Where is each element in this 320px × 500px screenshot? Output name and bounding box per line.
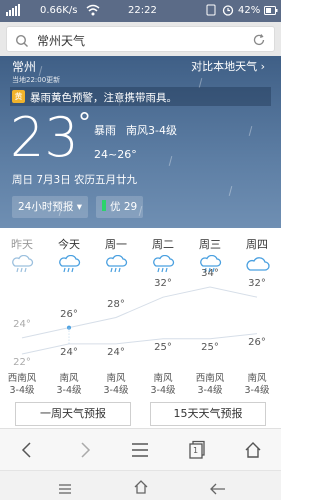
day-name: 周三 bbox=[199, 238, 221, 251]
rain-icon bbox=[140, 254, 186, 275]
aqi-badge[interactable]: 优 29 bbox=[96, 196, 144, 218]
refresh-icon[interactable] bbox=[252, 32, 266, 46]
week-forecast-button[interactable]: 一周天气预报 bbox=[15, 402, 131, 426]
degree-symbol: ° bbox=[78, 108, 91, 138]
wind-level: 3-4级 bbox=[9, 385, 35, 396]
day-name: 周二 bbox=[152, 238, 174, 251]
caret-down-icon: ▾ bbox=[76, 201, 82, 213]
compare-local-link[interactable]: 对比本地天气 › bbox=[191, 58, 265, 74]
high-temp-label: 28° bbox=[107, 298, 125, 310]
temperature-range: 24~26° bbox=[94, 148, 137, 161]
hourly-forecast-button[interactable]: 24小时预报 ▾ bbox=[12, 196, 88, 218]
home-icon[interactable] bbox=[244, 441, 262, 463]
alert-text: 暴雨黄色预警，注意携带雨具。 bbox=[30, 92, 177, 104]
fifteen-day-forecast-button[interactable]: 15天天气预报 bbox=[150, 402, 266, 426]
clock-time: 22:22 bbox=[128, 5, 157, 16]
alert-badge: 黄 bbox=[12, 90, 25, 103]
weather-alert[interactable]: 黄 暴雨黄色预警，注意携带雨具。 bbox=[10, 87, 271, 106]
menu-icon[interactable] bbox=[131, 442, 149, 462]
battery-icon bbox=[264, 6, 278, 18]
chevron-right-icon: › bbox=[260, 60, 265, 73]
today-marker bbox=[67, 325, 71, 330]
tabs-count: 1 bbox=[193, 446, 199, 455]
low-temp-label: 26° bbox=[248, 336, 266, 348]
back-icon[interactable] bbox=[20, 441, 34, 463]
signal-icon bbox=[6, 4, 26, 19]
system-nav-bar bbox=[0, 470, 281, 500]
wind-level: 3-4级 bbox=[197, 385, 223, 396]
status-bar: 0.66K/s 22:22 42% bbox=[0, 0, 281, 22]
compare-label: 对比本地天气 bbox=[191, 60, 258, 73]
wind-level: 3-4级 bbox=[150, 385, 176, 396]
alarm-icon bbox=[222, 4, 234, 19]
low-temp-label: 25° bbox=[201, 341, 219, 353]
high-temp-label: 26° bbox=[60, 308, 78, 320]
forward-icon[interactable] bbox=[78, 441, 92, 463]
low-temp-label: 22° bbox=[13, 357, 31, 368]
nav-menu-icon[interactable] bbox=[58, 480, 72, 499]
browser-toolbar: 1 bbox=[0, 428, 281, 470]
wind-level: 3-4级 bbox=[56, 385, 82, 396]
high-temp-label: 24° bbox=[13, 318, 31, 330]
city-name[interactable]: 常州 bbox=[12, 58, 36, 75]
weather-condition: 暴雨 bbox=[94, 124, 116, 137]
wifi-icon bbox=[86, 4, 100, 19]
aqi-indicator bbox=[102, 200, 106, 211]
wind-level: 3-4级 bbox=[103, 385, 129, 396]
hourly-forecast-label: 24小时预报 bbox=[18, 201, 74, 213]
search-input[interactable]: 常州天气 bbox=[6, 26, 275, 52]
low-temp-label: 24° bbox=[60, 346, 78, 358]
rain-icon bbox=[46, 254, 92, 275]
current-temperature: 23 bbox=[10, 106, 79, 169]
tabs-icon[interactable]: 1 bbox=[188, 440, 206, 464]
cloud-icon bbox=[234, 255, 280, 275]
high-temp-label: 34° bbox=[201, 268, 219, 279]
low-temp-label: 25° bbox=[154, 341, 172, 353]
search-area: 常州天气 bbox=[0, 22, 281, 56]
battery-percent: 42% bbox=[238, 5, 261, 16]
high-temp-label: 32° bbox=[248, 278, 266, 290]
rain-icon bbox=[93, 254, 139, 275]
wind-level: 3-4级 bbox=[244, 385, 270, 396]
nav-back-icon[interactable] bbox=[210, 480, 226, 499]
network-speed: 0.66K/s bbox=[40, 5, 78, 16]
search-icon bbox=[15, 33, 29, 47]
notification-icon bbox=[206, 4, 216, 19]
search-query: 常州天气 bbox=[37, 34, 86, 48]
update-time: 当地22:00更新 bbox=[12, 76, 61, 84]
nav-home-icon[interactable] bbox=[134, 479, 148, 498]
low-temp-label: 24° bbox=[107, 346, 125, 358]
wind-info: 南风3-4级 bbox=[126, 124, 177, 137]
rain-icon bbox=[0, 254, 45, 275]
day-name: 周四 bbox=[246, 238, 268, 251]
weather-hero: 常州 对比本地天气 › 当地22:00更新 黄 暴雨黄色预警，注意携带雨具。 2… bbox=[0, 56, 281, 228]
day-name: 昨天 bbox=[11, 238, 33, 251]
day-name: 周一 bbox=[105, 238, 127, 251]
date-line: 周日 7月3日 农历五月廿九 bbox=[12, 174, 138, 186]
high-temp-label: 32° bbox=[154, 278, 172, 290]
aqi-label: 优 29 bbox=[110, 201, 138, 213]
day-name: 今天 bbox=[58, 238, 80, 251]
